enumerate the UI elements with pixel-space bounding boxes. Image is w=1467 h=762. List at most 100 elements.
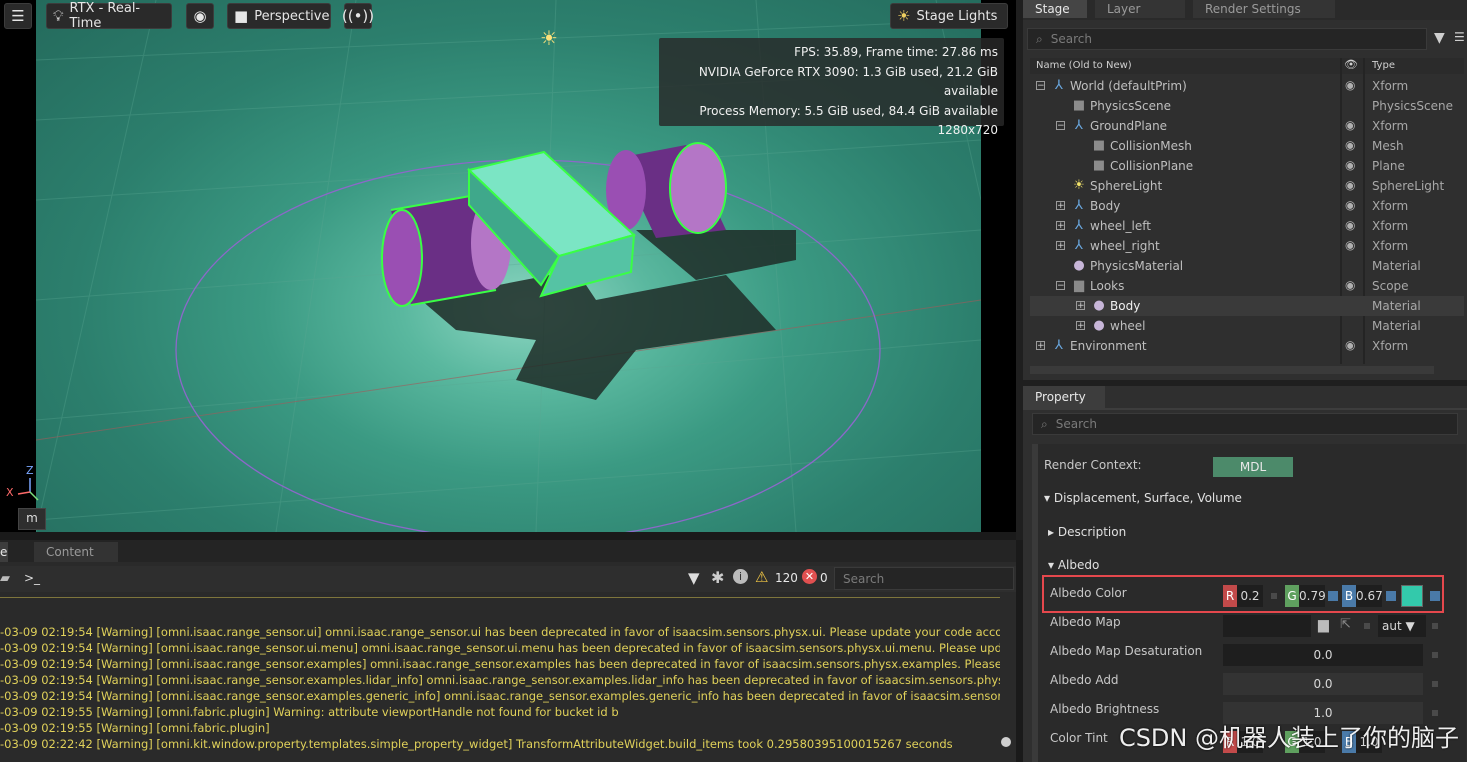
light-gizmo-icon[interactable]: ☀	[540, 26, 558, 50]
warning-icon[interactable]: ⚠	[755, 568, 768, 586]
stage-row[interactable]: ☀ SphereLight ◉ SphereLight	[1030, 176, 1464, 196]
panel-splitter[interactable]	[0, 532, 1016, 540]
broadcast-button[interactable]: ((•))	[342, 3, 374, 29]
stage-row[interactable]: + ⅄ wheel_left ◉ Xform	[1030, 216, 1464, 236]
expand-icon[interactable]: +	[1076, 321, 1085, 331]
albedo-map-reset-dot[interactable]	[1432, 623, 1438, 629]
log-line[interactable]: -03-09 02:19:54 [Warning] [omni.isaac.ra…	[0, 689, 1000, 703]
albedo-b-field[interactable]: 0.67	[1356, 585, 1383, 607]
expand-icon[interactable]: +	[1056, 221, 1065, 231]
visibility-eye-icon[interactable]: ◉	[1345, 158, 1355, 172]
visibility-eye-icon[interactable]: ◉	[1345, 178, 1355, 192]
log-line[interactable]: -03-09 02:19:55 [Warning] [omni.fabric.p…	[0, 705, 1000, 719]
unit-button[interactable]: m	[18, 508, 46, 530]
stage-tabbar: Stage Layer Render Settings	[1023, 0, 1467, 20]
expand-icon[interactable]: +	[1056, 241, 1065, 251]
albedo-brightness-reset-dot[interactable]	[1432, 710, 1438, 716]
expand-icon[interactable]: +	[1076, 301, 1085, 311]
asterisk-icon[interactable]: ✱	[711, 568, 724, 587]
filter-icon[interactable]: ▼	[688, 569, 700, 587]
filter-icon[interactable]: ▼	[1434, 30, 1445, 46]
folder-icon[interactable]: ▆	[1318, 617, 1329, 633]
stage-row[interactable]: − ⅄ World (defaultPrim) ◉ Xform	[1030, 76, 1464, 96]
log-line[interactable]: -03-09 02:19:54 [Warning] [omni.isaac.ra…	[0, 657, 1000, 671]
stage-row[interactable]: − ⅄ GroundPlane ◉ Xform	[1030, 116, 1464, 136]
stage-options-icon[interactable]: ☰	[1454, 30, 1465, 44]
folder-icon: ▆	[1074, 278, 1084, 293]
stage-row[interactable]: ■ CollisionPlane ◉ Plane	[1030, 156, 1464, 176]
column-name-header[interactable]: Name (Old to New)	[1036, 60, 1132, 71]
tab-content[interactable]: Content	[34, 542, 118, 562]
info-icon[interactable]: i	[733, 569, 748, 584]
stage-lights-button[interactable]: ☀ Stage Lights	[890, 3, 1008, 29]
log-line[interactable]: -03-09 02:19:54 [Warning] [omni.isaac.ra…	[0, 641, 1000, 655]
albedo-reset-dot[interactable]	[1430, 591, 1440, 601]
stage-row[interactable]: + ⅄ wheel_right ◉ Xform	[1030, 236, 1464, 256]
expand-icon[interactable]: +	[1036, 341, 1045, 351]
console-scroll-thumb[interactable]	[1001, 737, 1011, 747]
collapse-icon[interactable]: −	[1056, 121, 1065, 131]
viewport-settings-button[interactable]: ☰	[4, 3, 32, 29]
section-description[interactable]: ▸ Description	[1048, 525, 1126, 539]
albedo-g-field[interactable]: 0.79	[1299, 585, 1326, 607]
expand-icon[interactable]: +	[1056, 201, 1065, 211]
albedo-add-slider[interactable]: 0.0	[1223, 673, 1423, 695]
viewport[interactable]: ☰ 💡︎ RTX - Real-Time ◉ ■ Perspective ((•…	[0, 0, 1016, 532]
camera-button[interactable]: ■ Perspective	[227, 3, 331, 29]
collapse-icon[interactable]: −	[1056, 281, 1065, 291]
render-context-label: Render Context:	[1044, 458, 1142, 472]
albedo-map-path-field[interactable]	[1223, 615, 1311, 637]
locate-icon[interactable]: ⇱	[1340, 617, 1351, 632]
property-scrollbar[interactable]	[1032, 444, 1038, 762]
stage-row[interactable]: ■ CollisionMesh ◉ Mesh	[1030, 136, 1464, 156]
column-visibility-eye-icon[interactable]: 👁︎	[1344, 58, 1358, 71]
tab-layer[interactable]: Layer	[1095, 0, 1185, 18]
tab-render-settings[interactable]: Render Settings	[1193, 0, 1335, 18]
error-icon[interactable]: ✕	[802, 569, 817, 584]
stage-row[interactable]: ■ PhysicsScene PhysicsScene	[1030, 96, 1464, 116]
albedo-map-mode-select[interactable]: aut ▼	[1378, 615, 1426, 637]
visibility-eye-icon[interactable]: ◉	[1345, 118, 1355, 132]
tab-console[interactable]: e	[0, 542, 8, 562]
visibility-eye-icon[interactable]: ◉	[1345, 138, 1355, 152]
tab-stage[interactable]: Stage	[1023, 0, 1087, 18]
column-type-header[interactable]: Type	[1372, 60, 1395, 71]
stage-hscrollbar[interactable]	[1030, 366, 1434, 374]
log-line[interactable]: -03-09 02:19:55 [Warning] [omni.fabric.p…	[0, 721, 1000, 735]
log-line[interactable]: -03-09 02:19:54 [Warning] [omni.isaac.ra…	[0, 625, 1000, 639]
visibility-eye-icon[interactable]: ◉	[1345, 278, 1355, 292]
albedo-color-swatch[interactable]	[1401, 585, 1423, 607]
stage-row[interactable]: + ⅄ Body ◉ Xform	[1030, 196, 1464, 216]
stage-row[interactable]: + ⅄ Environment ◉ Xform	[1030, 336, 1464, 356]
stage-row[interactable]: + ● wheel Material	[1030, 316, 1464, 336]
stage-row[interactable]: ● PhysicsMaterial Material	[1030, 256, 1464, 276]
property-search-input[interactable]: ⌕ Search	[1032, 413, 1458, 435]
stage-row[interactable]: − ▆ Looks ◉ Scope	[1030, 276, 1464, 296]
panel-splitter[interactable]	[1016, 540, 1023, 762]
visibility-eye-icon[interactable]: ◉	[1345, 338, 1355, 352]
log-line[interactable]: -03-09 02:22:42 [Warning] [omni.kit.wind…	[0, 737, 1000, 751]
visibility-eye-icon[interactable]: ◉	[1345, 198, 1355, 212]
console-search-input[interactable]: Search	[834, 567, 1014, 590]
visibility-eye-icon[interactable]: ◉	[1345, 78, 1355, 92]
albedo-r-field[interactable]: 0.2	[1237, 585, 1263, 607]
section-albedo[interactable]: ▾ Albedo	[1048, 558, 1099, 572]
stage-search-input[interactable]: ⌕ Search	[1027, 28, 1427, 50]
stage-row[interactable]: + ● Body Material	[1030, 296, 1464, 316]
console-prompt[interactable]: >_	[24, 571, 40, 585]
render-context-button[interactable]: MDL	[1213, 457, 1293, 477]
tab-property[interactable]: Property	[1023, 386, 1105, 408]
albedo-add-reset-dot[interactable]	[1432, 681, 1438, 687]
visibility-button[interactable]: ◉	[186, 3, 214, 29]
visibility-eye-icon[interactable]: ◉	[1345, 238, 1355, 252]
albedo-desaturation-slider[interactable]: 0.0	[1223, 644, 1423, 666]
visibility-eye-icon[interactable]: ◉	[1345, 218, 1355, 232]
open-folder-icon[interactable]: ▰	[0, 571, 10, 586]
cube-icon: ■	[1072, 98, 1086, 113]
axis-gizmo-icon	[17, 478, 39, 501]
section-dsv[interactable]: ▾ Displacement, Surface, Volume	[1044, 491, 1242, 505]
log-line[interactable]: -03-09 02:19:54 [Warning] [omni.isaac.ra…	[0, 673, 1000, 687]
albedo-desaturation-reset-dot[interactable]	[1432, 652, 1438, 658]
renderer-button[interactable]: 💡︎ RTX - Real-Time	[46, 1, 172, 31]
collapse-icon[interactable]: −	[1036, 81, 1045, 91]
